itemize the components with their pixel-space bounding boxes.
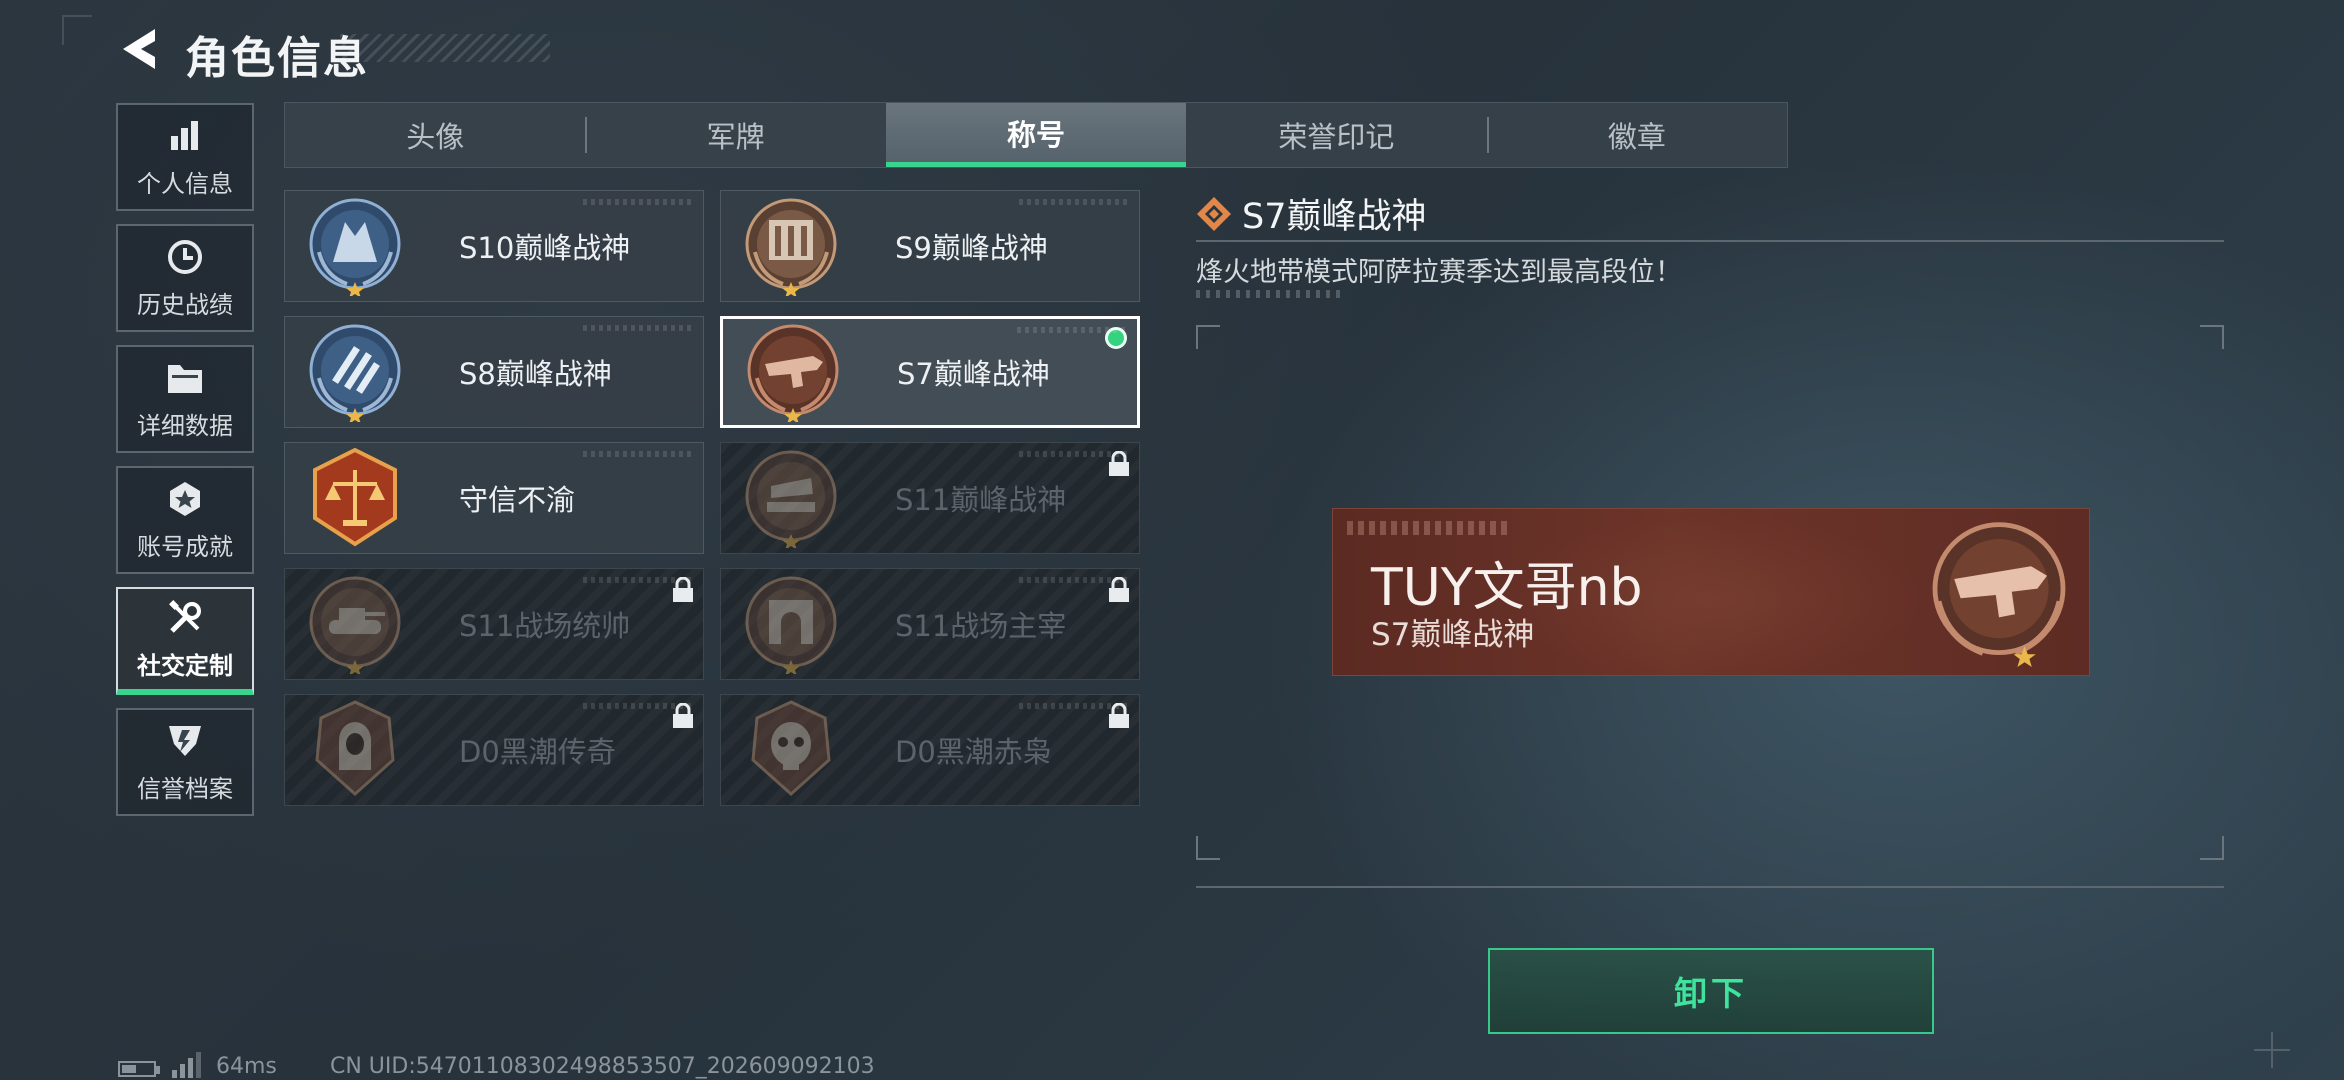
title-name: S7巅峰战神 bbox=[897, 357, 1050, 391]
nav-label: 账号成就 bbox=[137, 532, 233, 561]
blue-stripes-emblem bbox=[305, 322, 405, 424]
nav-item-profile[interactable]: 个人信息 bbox=[116, 103, 254, 211]
shield-emblem-icon bbox=[165, 721, 205, 761]
tank-emblem bbox=[305, 574, 405, 676]
corner-mark bbox=[62, 15, 92, 45]
nav-label: 详细数据 bbox=[137, 411, 233, 440]
arch-emblem bbox=[741, 574, 841, 676]
title-card-locked[interactable]: S11战场统帅 bbox=[284, 568, 704, 680]
divider bbox=[1196, 886, 2224, 888]
title-name: S11巅峰战神 bbox=[895, 483, 1067, 517]
decorative-dashes bbox=[1196, 290, 1346, 298]
nav-item-credit[interactable]: 信誉档案 bbox=[116, 708, 254, 816]
unequip-button[interactable]: 卸下 bbox=[1488, 948, 1934, 1034]
blue-laurel-emblem bbox=[305, 196, 405, 298]
title-preview-banner: TUY文哥nb S7巅峰战神 bbox=[1332, 508, 2090, 676]
tab-avatar[interactable]: 头像 bbox=[285, 103, 585, 167]
clock-icon bbox=[165, 237, 205, 277]
nav-label: 信誉档案 bbox=[137, 774, 233, 803]
chevron-left-icon bbox=[123, 29, 155, 69]
title-name: D0黑潮赤枭 bbox=[895, 735, 1052, 769]
preview-frame-corner bbox=[2200, 325, 2224, 349]
tab-honor-mark[interactable]: 荣誉印记 bbox=[1186, 103, 1486, 167]
tools-icon bbox=[165, 598, 205, 638]
lock-icon bbox=[1109, 703, 1129, 728]
detail-title: S7巅峰战神 bbox=[1242, 197, 1427, 237]
bronze-gun-emblem bbox=[1932, 522, 2066, 667]
diamond-icon bbox=[1197, 197, 1231, 231]
nav-item-details[interactable]: 详细数据 bbox=[116, 345, 254, 453]
bronze-building-emblem bbox=[741, 196, 841, 298]
folder-icon bbox=[165, 358, 205, 398]
bronze-gun-emblem bbox=[743, 322, 843, 424]
title-card-locked[interactable]: D0黑潮赤枭 bbox=[720, 694, 1140, 806]
user-uid: CN UID:5470110830249885350​7_20260909210… bbox=[330, 1054, 875, 1079]
preview-frame-corner bbox=[1196, 836, 1220, 860]
tab-badge[interactable]: 徽章 bbox=[1486, 103, 1787, 167]
lock-icon bbox=[1109, 577, 1129, 602]
bronze-pedestal-emblem bbox=[741, 448, 841, 550]
tab-title[interactable]: 称号 bbox=[885, 103, 1187, 167]
scales-emblem bbox=[305, 447, 405, 548]
title-card-locked[interactable]: S11战场主宰 bbox=[720, 568, 1140, 680]
nav-label: 个人信息 bbox=[137, 169, 233, 198]
nav-item-social-custom[interactable]: 社交定制 bbox=[116, 587, 254, 695]
detail-description: 烽火地带模式阿萨拉赛季达到最高段位！ bbox=[1196, 257, 1682, 288]
title-card-locked[interactable]: S11巅峰战神 bbox=[720, 442, 1140, 554]
nav-item-achievements[interactable]: 账号成就 bbox=[116, 466, 254, 574]
title-name: S8巅峰战神 bbox=[459, 357, 612, 391]
title-card[interactable]: S8巅峰战神 bbox=[284, 316, 704, 428]
preview-frame-corner bbox=[1196, 325, 1220, 349]
divider bbox=[1196, 240, 2224, 242]
ping-value: 64ms bbox=[216, 1054, 277, 1079]
title-decoration bbox=[340, 34, 550, 62]
title-card-locked[interactable]: D0黑潮传奇 bbox=[284, 694, 704, 806]
title-name: S11战场统帅 bbox=[459, 609, 631, 643]
hooded-figure-emblem bbox=[305, 700, 405, 800]
bar-chart-icon bbox=[165, 116, 205, 156]
battery-icon bbox=[118, 1061, 160, 1077]
lock-icon bbox=[673, 577, 693, 602]
skull-emblem bbox=[741, 700, 841, 800]
title-name: S11战场主宰 bbox=[895, 609, 1067, 643]
nav-label: 历史战绩 bbox=[137, 290, 233, 319]
lock-icon bbox=[673, 703, 693, 728]
preview-frame-corner bbox=[2200, 836, 2224, 860]
signal-icon bbox=[172, 1052, 201, 1078]
nav-item-history[interactable]: 历史战绩 bbox=[116, 224, 254, 332]
nav-label: 社交定制 bbox=[137, 651, 233, 680]
title-card[interactable]: S9巅峰战神 bbox=[720, 190, 1140, 302]
preview-title: S7巅峰战神 bbox=[1371, 617, 1535, 653]
plus-icon bbox=[2254, 1032, 2290, 1068]
title-name: D0黑潮传奇 bbox=[459, 735, 616, 769]
banner-decoration bbox=[1347, 521, 1507, 535]
tab-dogtag[interactable]: 军牌 bbox=[585, 103, 885, 167]
badge-icon bbox=[165, 479, 205, 519]
title-name: 守信不渝 bbox=[459, 483, 576, 517]
back-button[interactable] bbox=[115, 25, 163, 73]
title-card-selected[interactable]: S7巅峰战神 bbox=[720, 316, 1140, 428]
lock-icon bbox=[1109, 451, 1129, 476]
side-nav: 个人信息 历史战绩 详细数据 账号成就 社交定制 信誉档案 bbox=[116, 103, 254, 829]
title-card[interactable]: 守信不渝 bbox=[284, 442, 704, 554]
tab-bar: 头像 军牌 称号 荣誉印记 徽章 bbox=[284, 102, 1788, 168]
title-card[interactable]: S10巅峰战神 bbox=[284, 190, 704, 302]
title-name: S10巅峰战神 bbox=[459, 231, 631, 265]
equipped-indicator bbox=[1105, 327, 1127, 349]
title-name: S9巅峰战神 bbox=[895, 231, 1048, 265]
title-grid: S10巅峰战神 S9巅峰战神 S8巅峰战神 S7巅峰战神 守信不渝 S11巅峰战… bbox=[284, 190, 1140, 806]
